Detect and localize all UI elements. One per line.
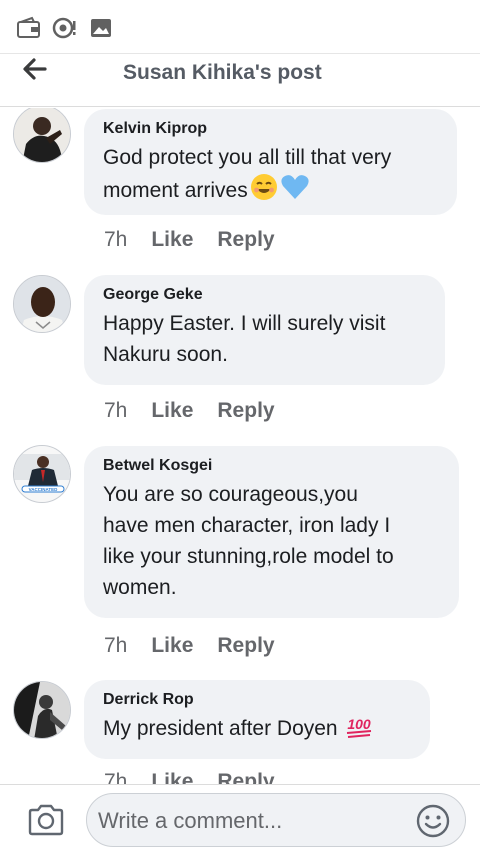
- arrow-left-icon[interactable]: [18, 55, 54, 87]
- blue-heart-emoji: [281, 175, 309, 199]
- comment-text: You are so courageous,you have men chara…: [103, 479, 440, 603]
- comment-line: have men character, iron lady I: [103, 514, 391, 537]
- smiling-face-emoji: [250, 174, 277, 200]
- wallet-icon: [17, 16, 40, 38]
- comment-actions: 7h Like Reply: [104, 634, 275, 658]
- comment-author[interactable]: Derrick Rop: [103, 690, 411, 710]
- comment-author[interactable]: George Geke: [103, 285, 426, 305]
- comment-time: 7h: [104, 228, 128, 251]
- comments-list: Kelvin Kiprop God protect you all till t…: [0, 108, 480, 784]
- avatar-george-geke[interactable]: [13, 275, 71, 333]
- comment-line: God protect you all till that very: [103, 146, 392, 169]
- comment-placeholder: Write a comment...: [98, 808, 283, 833]
- comment-bubble[interactable]: Kelvin Kiprop God protect you all till t…: [84, 109, 457, 215]
- comment-bubble[interactable]: Derrick Rop My president after Doyen 100: [84, 680, 430, 759]
- avatar-kelvin-kiprop[interactable]: [13, 108, 71, 163]
- comment-actions: 7h Like Reply: [104, 770, 275, 784]
- avatar-caption: VACCINATED: [29, 487, 59, 492]
- hundred-points-text: 100: [347, 716, 371, 732]
- comment-composer: Write a comment...: [0, 784, 480, 854]
- avatar-betwel-kosgei[interactable]: VACCINATED: [13, 445, 71, 503]
- status-bar: [0, 0, 480, 54]
- comment-time: 7h: [104, 399, 128, 422]
- comment-time: 7h: [104, 634, 128, 657]
- like-button[interactable]: Like: [151, 228, 193, 251]
- comment-author[interactable]: Betwel Kosgei: [103, 456, 440, 476]
- comment-line: You are so courageous,you: [103, 483, 358, 506]
- comment-text: Happy Easter. I will surely visit Nakuru…: [103, 308, 426, 370]
- comment-line: moment arrives: [103, 179, 248, 202]
- reply-button[interactable]: Reply: [217, 399, 274, 422]
- post-header: Susan Kihika's post: [0, 55, 480, 107]
- comment-actions: 7h Like Reply: [104, 228, 275, 252]
- comment-text: My president after Doyen 100: [103, 713, 411, 744]
- reply-button[interactable]: Reply: [217, 228, 274, 251]
- comment-line: Nakuru soon.: [103, 343, 228, 366]
- comment-input[interactable]: Write a comment...: [86, 793, 466, 847]
- camera-icon[interactable]: [26, 802, 66, 838]
- like-button[interactable]: Like: [151, 770, 193, 784]
- page-title: Susan Kihika's post: [123, 61, 322, 84]
- comment-line: Happy Easter. I will surely visit: [103, 312, 386, 335]
- comment-time: 7h: [104, 770, 128, 784]
- data-sync-icon: [52, 17, 76, 39]
- comment-bubble[interactable]: Betwel Kosgei You are so courageous,you …: [84, 446, 459, 618]
- comment-bubble[interactable]: George Geke Happy Easter. I will surely …: [84, 275, 445, 385]
- comment-line: like your stunning,role model to: [103, 545, 394, 568]
- comment-text: God protect you all till that very momen…: [103, 142, 438, 206]
- avatar-derrick-rop[interactable]: [13, 681, 71, 739]
- image-icon: [91, 19, 111, 37]
- like-button[interactable]: Like: [151, 399, 193, 422]
- hundred-points-emoji: 100: [346, 716, 371, 738]
- smiley-icon[interactable]: [415, 803, 451, 839]
- comment-line: women.: [103, 576, 177, 599]
- comment-author[interactable]: Kelvin Kiprop: [103, 119, 438, 139]
- reply-button[interactable]: Reply: [217, 770, 274, 784]
- reply-button[interactable]: Reply: [217, 634, 274, 657]
- comment-actions: 7h Like Reply: [104, 399, 275, 423]
- like-button[interactable]: Like: [151, 634, 193, 657]
- comment-line: My president after Doyen: [103, 717, 338, 740]
